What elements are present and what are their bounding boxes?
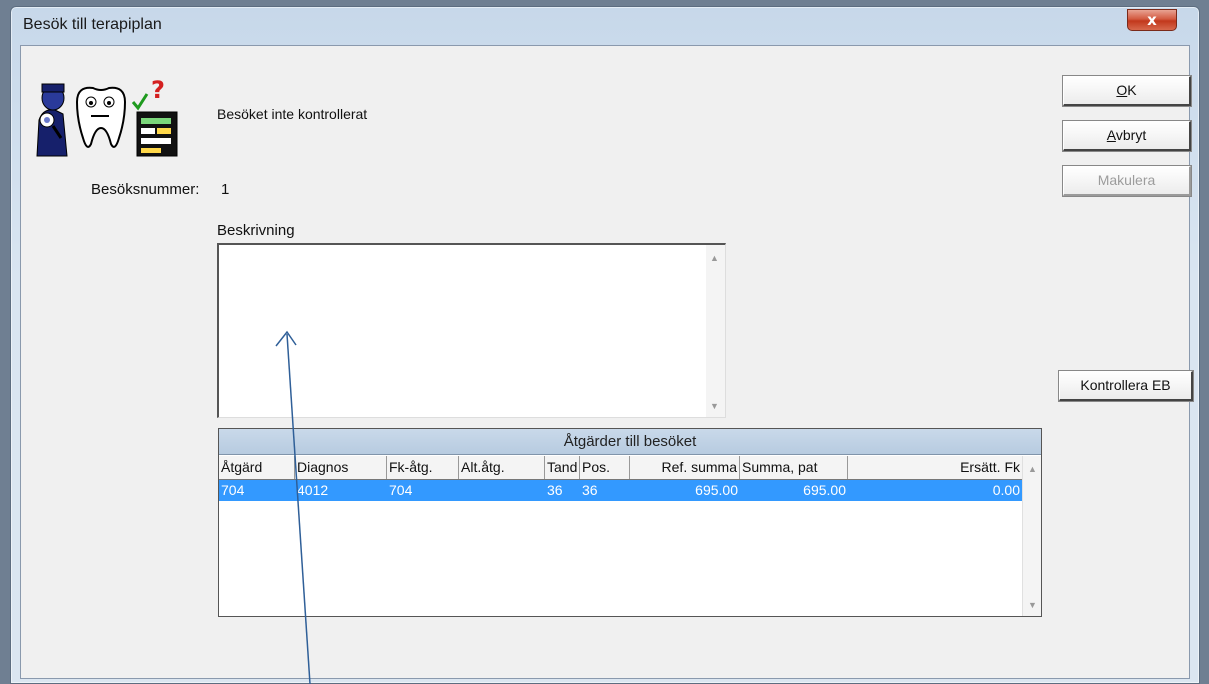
annotation-arrow [275,330,311,684]
